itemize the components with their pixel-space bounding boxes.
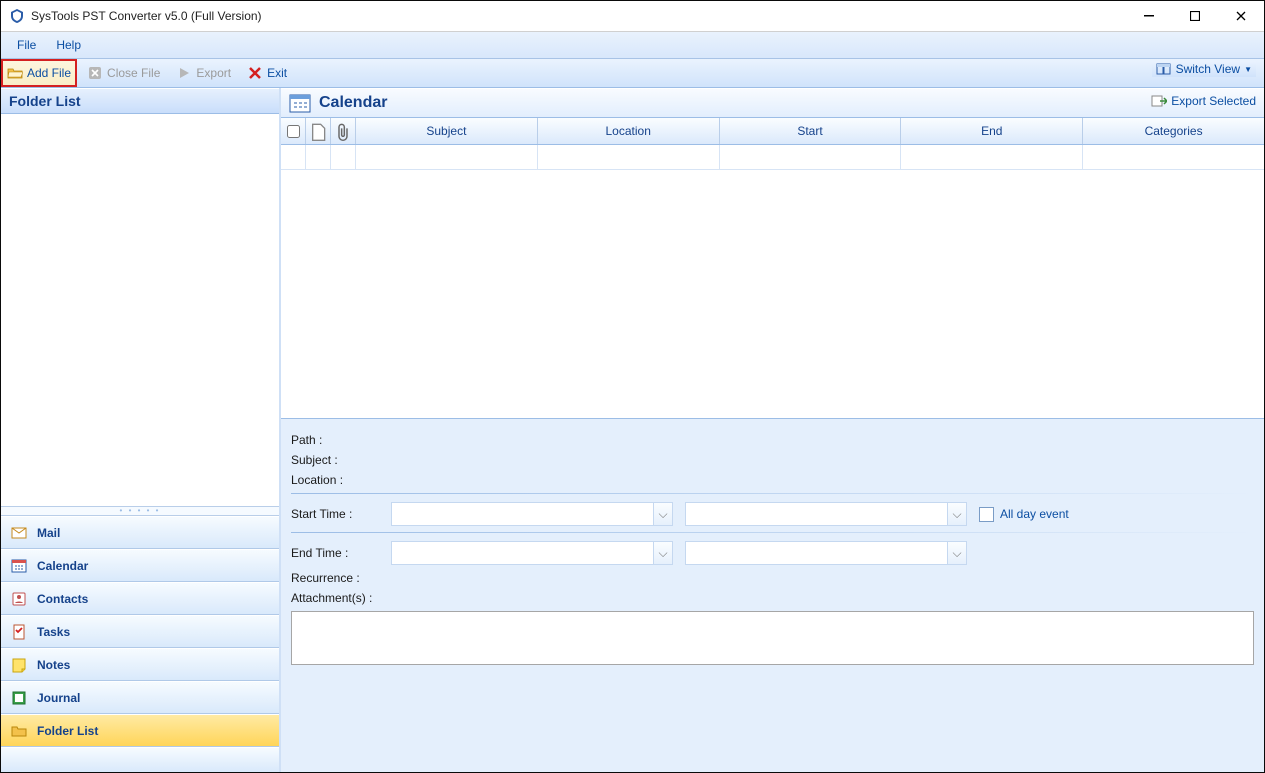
divider	[291, 532, 1254, 533]
col-start[interactable]: Start	[720, 118, 902, 144]
recurrence-label: Recurrence :	[291, 571, 391, 585]
nav-footer	[1, 747, 279, 772]
close-file-icon	[87, 65, 103, 81]
toolbar: Add File Close File Export Exit	[1, 59, 1264, 88]
export-button[interactable]: Export	[170, 62, 237, 84]
app-icon	[9, 8, 25, 24]
nav-contacts-label: Contacts	[37, 592, 88, 606]
chevron-down-icon: ⌵	[653, 542, 672, 564]
data-grid: Subject Location Start End Categories	[281, 118, 1264, 419]
content-header: Calendar Export Selected	[281, 88, 1264, 118]
nav-folder-list-label: Folder List	[37, 724, 98, 738]
export-selected-button[interactable]: Export Selected	[1151, 93, 1256, 109]
start-time-label: Start Time :	[291, 507, 391, 521]
nav-notes[interactable]: Notes	[1, 648, 279, 681]
grid-body[interactable]	[281, 170, 1264, 418]
col-attachment[interactable]	[331, 118, 356, 144]
details-panel: Path : Subject : Location : Start Time :…	[281, 419, 1264, 772]
grid-header: Subject Location Start End Categories	[281, 118, 1264, 145]
menu-bar: File Help	[1, 32, 1264, 59]
calendar-header-icon	[289, 93, 311, 113]
end-date-dropdown[interactable]: ⌵	[391, 541, 673, 565]
nav-tasks[interactable]: Tasks	[1, 615, 279, 648]
chevron-down-icon: ⌵	[947, 503, 966, 525]
nav-folder-list[interactable]: Folder List	[1, 714, 279, 747]
start-date-dropdown[interactable]: ⌵	[391, 502, 673, 526]
menu-file[interactable]: File	[7, 34, 46, 56]
select-all-checkbox[interactable]	[287, 125, 300, 138]
exit-x-icon	[247, 65, 263, 81]
close-file-label: Close File	[107, 66, 160, 80]
folder-icon	[11, 723, 27, 739]
grid-empty-row	[281, 145, 1264, 170]
location-label: Location :	[291, 473, 391, 487]
export-label: Export	[196, 66, 231, 80]
page-icon	[310, 123, 326, 139]
calendar-icon	[11, 558, 27, 574]
exit-label: Exit	[267, 66, 287, 80]
chevron-down-icon: ⌵	[653, 503, 672, 525]
splitter-grip[interactable]: • • • • •	[1, 507, 279, 516]
close-file-button[interactable]: Close File	[81, 62, 166, 84]
application-window: SysTools PST Converter v5.0 (Full Versio…	[0, 0, 1265, 773]
path-label: Path :	[291, 433, 391, 447]
col-subject[interactable]: Subject	[356, 118, 538, 144]
attachments-box[interactable]	[291, 611, 1254, 665]
content-title: Calendar	[319, 94, 387, 112]
all-day-checkbox[interactable]	[979, 507, 994, 522]
notes-icon	[11, 657, 27, 673]
add-file-label: Add File	[27, 66, 71, 80]
chevron-down-icon: ⌵	[947, 542, 966, 564]
nav-tasks-label: Tasks	[37, 625, 70, 639]
folder-tree[interactable]	[1, 114, 279, 507]
col-itemtype[interactable]	[306, 118, 331, 144]
col-checkbox[interactable]	[281, 118, 306, 144]
nav-mail-label: Mail	[37, 526, 60, 540]
all-day-label: All day event	[1000, 507, 1069, 521]
nav-journal[interactable]: Journal	[1, 681, 279, 714]
export-selected-label: Export Selected	[1171, 94, 1256, 108]
col-end[interactable]: End	[901, 118, 1083, 144]
end-time-dropdown[interactable]: ⌵	[685, 541, 967, 565]
maximize-button[interactable]	[1172, 1, 1218, 31]
journal-icon	[11, 690, 27, 706]
switch-view-button[interactable]: Switch View ▼	[1152, 61, 1256, 77]
start-time-dropdown[interactable]: ⌵	[685, 502, 967, 526]
divider	[291, 493, 1254, 494]
end-time-label: End Time :	[291, 546, 391, 560]
paperclip-icon	[335, 123, 351, 139]
contacts-icon	[11, 591, 27, 607]
title-bar: SysTools PST Converter v5.0 (Full Versio…	[1, 1, 1264, 32]
nav-contacts[interactable]: Contacts	[1, 582, 279, 615]
close-button[interactable]	[1218, 1, 1264, 31]
nav-button-stack: Mail Calendar Contacts Tasks Notes	[1, 516, 279, 747]
nav-calendar[interactable]: Calendar	[1, 549, 279, 582]
col-location[interactable]: Location	[538, 118, 720, 144]
switch-view-icon	[1156, 61, 1172, 77]
tasks-icon	[11, 624, 27, 640]
add-file-button[interactable]: Add File	[1, 59, 77, 87]
nav-mail[interactable]: Mail	[1, 516, 279, 549]
export-selected-icon	[1151, 93, 1167, 109]
subject-label: Subject :	[291, 453, 391, 467]
nav-notes-label: Notes	[37, 658, 70, 672]
nav-calendar-label: Calendar	[37, 559, 88, 573]
exit-button[interactable]: Exit	[241, 62, 293, 84]
col-categories[interactable]: Categories	[1083, 118, 1264, 144]
menu-help[interactable]: Help	[46, 34, 91, 56]
attachments-label: Attachment(s) :	[291, 591, 391, 605]
chevron-down-icon: ▼	[1244, 65, 1252, 74]
minimize-button[interactable]	[1126, 1, 1172, 31]
window-title: SysTools PST Converter v5.0 (Full Versio…	[31, 9, 262, 23]
left-pane: Folder List • • • • • Mail Calendar Cont…	[1, 88, 281, 772]
window-controls	[1126, 1, 1264, 31]
export-play-icon	[176, 65, 192, 81]
folder-list-header: Folder List	[1, 88, 279, 114]
mail-icon	[11, 525, 27, 541]
nav-journal-label: Journal	[37, 691, 80, 705]
folder-open-icon	[7, 65, 23, 81]
right-pane: Calendar Export Selected Subject Locatio…	[281, 88, 1264, 772]
switch-view-label: Switch View	[1176, 62, 1240, 76]
